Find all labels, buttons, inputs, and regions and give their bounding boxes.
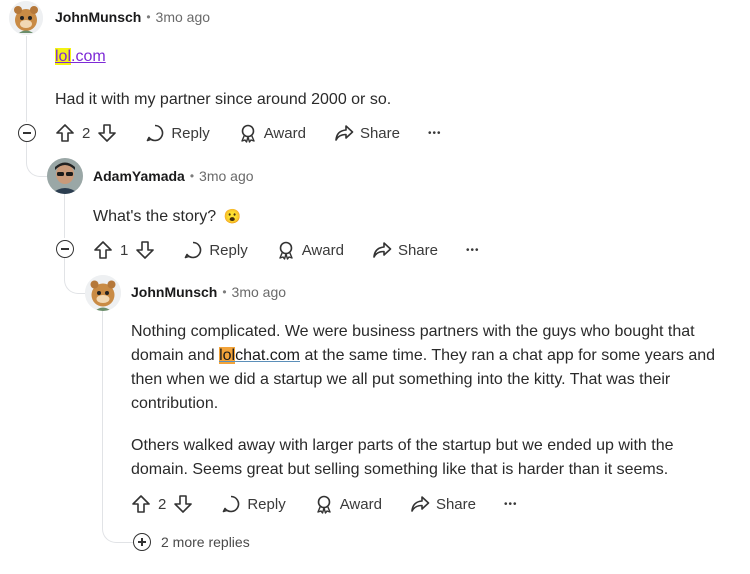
avatar[interactable] bbox=[9, 1, 43, 35]
award-icon bbox=[317, 495, 331, 514]
more-options-icon: ••• bbox=[465, 244, 480, 256]
comment-paragraph-2: Others walked away with larger parts of … bbox=[131, 437, 674, 478]
user-avatar-icon bbox=[85, 275, 121, 311]
comment-text: What's the story? bbox=[93, 208, 217, 225]
thread-line-3 bbox=[102, 311, 103, 489]
comment-meta: JohnMunsch • 3mo ago bbox=[55, 9, 210, 25]
more-options-icon: ••• bbox=[427, 127, 442, 139]
author-name[interactable]: JohnMunsch bbox=[131, 284, 217, 300]
reply-button[interactable]: Reply bbox=[221, 494, 286, 514]
share-label: Share bbox=[397, 241, 438, 259]
upvote-icon[interactable] bbox=[55, 123, 75, 143]
timestamp[interactable]: 3mo ago bbox=[199, 168, 253, 184]
avatar[interactable] bbox=[47, 158, 83, 194]
plus-icon bbox=[133, 533, 151, 551]
award-button[interactable]: Award bbox=[314, 494, 382, 514]
author-name[interactable]: JohnMunsch bbox=[55, 9, 141, 25]
user-avatar-icon bbox=[47, 158, 83, 194]
comment-actions: 2 Reply Award Share ••• bbox=[55, 120, 470, 146]
reply-icon bbox=[223, 495, 240, 513]
thread-line-1 bbox=[26, 36, 27, 122]
more-options-button[interactable]: ••• bbox=[504, 499, 518, 510]
vote-count: 1 bbox=[120, 241, 129, 259]
downvote-icon[interactable] bbox=[97, 123, 117, 143]
author-name[interactable]: AdamYamada bbox=[93, 168, 185, 184]
award-button[interactable]: Award bbox=[238, 123, 306, 143]
link-highlight: lol bbox=[219, 347, 236, 364]
thread-elbow-1 bbox=[26, 140, 47, 177]
award-label: Award bbox=[263, 124, 306, 142]
comment-body: What's the story? 😮 bbox=[93, 204, 241, 229]
user-avatar-icon bbox=[9, 1, 43, 35]
downvote-icon[interactable] bbox=[173, 494, 193, 514]
timestamp[interactable]: 3mo ago bbox=[156, 9, 210, 25]
share-button[interactable]: Share bbox=[372, 240, 438, 260]
reply-button[interactable]: Reply bbox=[183, 240, 248, 260]
vote-group: 1 bbox=[93, 240, 155, 260]
award-icon bbox=[241, 124, 255, 143]
reply-label: Reply bbox=[171, 124, 210, 142]
award-icon bbox=[279, 241, 293, 260]
reply-button[interactable]: Reply bbox=[145, 123, 210, 143]
meta-separator: • bbox=[222, 285, 227, 299]
more-replies-button[interactable]: 2 more replies bbox=[133, 533, 250, 551]
share-icon bbox=[335, 125, 354, 141]
collapse-thread-button[interactable] bbox=[56, 240, 74, 258]
avatar[interactable] bbox=[85, 275, 121, 311]
thread-line-2 bbox=[64, 194, 65, 238]
reply-label: Reply bbox=[247, 495, 286, 513]
link-highlight: lol bbox=[55, 48, 72, 65]
upvote-icon[interactable] bbox=[93, 240, 113, 260]
comment-paragraph-1: Nothing complicated. We were business pa… bbox=[131, 320, 741, 416]
share-label: Share bbox=[359, 124, 400, 142]
downvote-icon[interactable] bbox=[135, 240, 155, 260]
award-button[interactable]: Award bbox=[276, 240, 344, 260]
comment-actions: 1 Reply Award Share ••• bbox=[93, 237, 508, 263]
vote-count: 2 bbox=[82, 124, 91, 142]
collapse-thread-button[interactable] bbox=[18, 124, 36, 142]
vote-count: 2 bbox=[158, 495, 167, 513]
share-icon bbox=[373, 242, 392, 258]
more-replies-label: 2 more replies bbox=[161, 534, 250, 550]
reply-icon bbox=[185, 241, 202, 259]
comment-text: Had it with my partner since around 2000… bbox=[55, 91, 392, 108]
thread-elbow-2 bbox=[64, 256, 85, 294]
award-label: Award bbox=[339, 495, 382, 513]
meta-separator: • bbox=[189, 169, 195, 183]
upvote-icon[interactable] bbox=[131, 494, 151, 514]
link-rest: .com bbox=[71, 48, 106, 65]
more-options-button[interactable]: ••• bbox=[428, 128, 442, 139]
more-options-icon: ••• bbox=[503, 498, 518, 510]
share-icon bbox=[411, 496, 430, 512]
link-rest: chat.com bbox=[235, 347, 300, 364]
reply-label: Reply bbox=[209, 241, 248, 259]
timestamp[interactable]: 3mo ago bbox=[232, 284, 286, 300]
share-button[interactable]: Share bbox=[334, 123, 400, 143]
share-button[interactable]: Share bbox=[410, 494, 476, 514]
vote-group: 2 bbox=[55, 123, 117, 143]
more-options-button[interactable]: ••• bbox=[466, 245, 480, 256]
domain-link[interactable]: lolchat.com bbox=[219, 347, 300, 364]
surprised-emoji: 😮 bbox=[223, 208, 241, 224]
comment-meta: AdamYamada • 3mo ago bbox=[93, 168, 254, 184]
share-label: Share bbox=[435, 495, 476, 513]
award-label: Award bbox=[301, 241, 344, 259]
thread-elbow-3 bbox=[102, 489, 133, 543]
comment-body: lol.com bbox=[55, 45, 106, 69]
reply-icon bbox=[147, 124, 164, 142]
meta-separator: • bbox=[146, 10, 151, 24]
comment-actions: 2 Reply Award Share ••• bbox=[131, 491, 546, 517]
vote-group: 2 bbox=[131, 494, 193, 514]
domain-link[interactable]: lol.com bbox=[55, 48, 106, 65]
comment-meta: JohnMunsch • 3mo ago bbox=[131, 284, 286, 300]
